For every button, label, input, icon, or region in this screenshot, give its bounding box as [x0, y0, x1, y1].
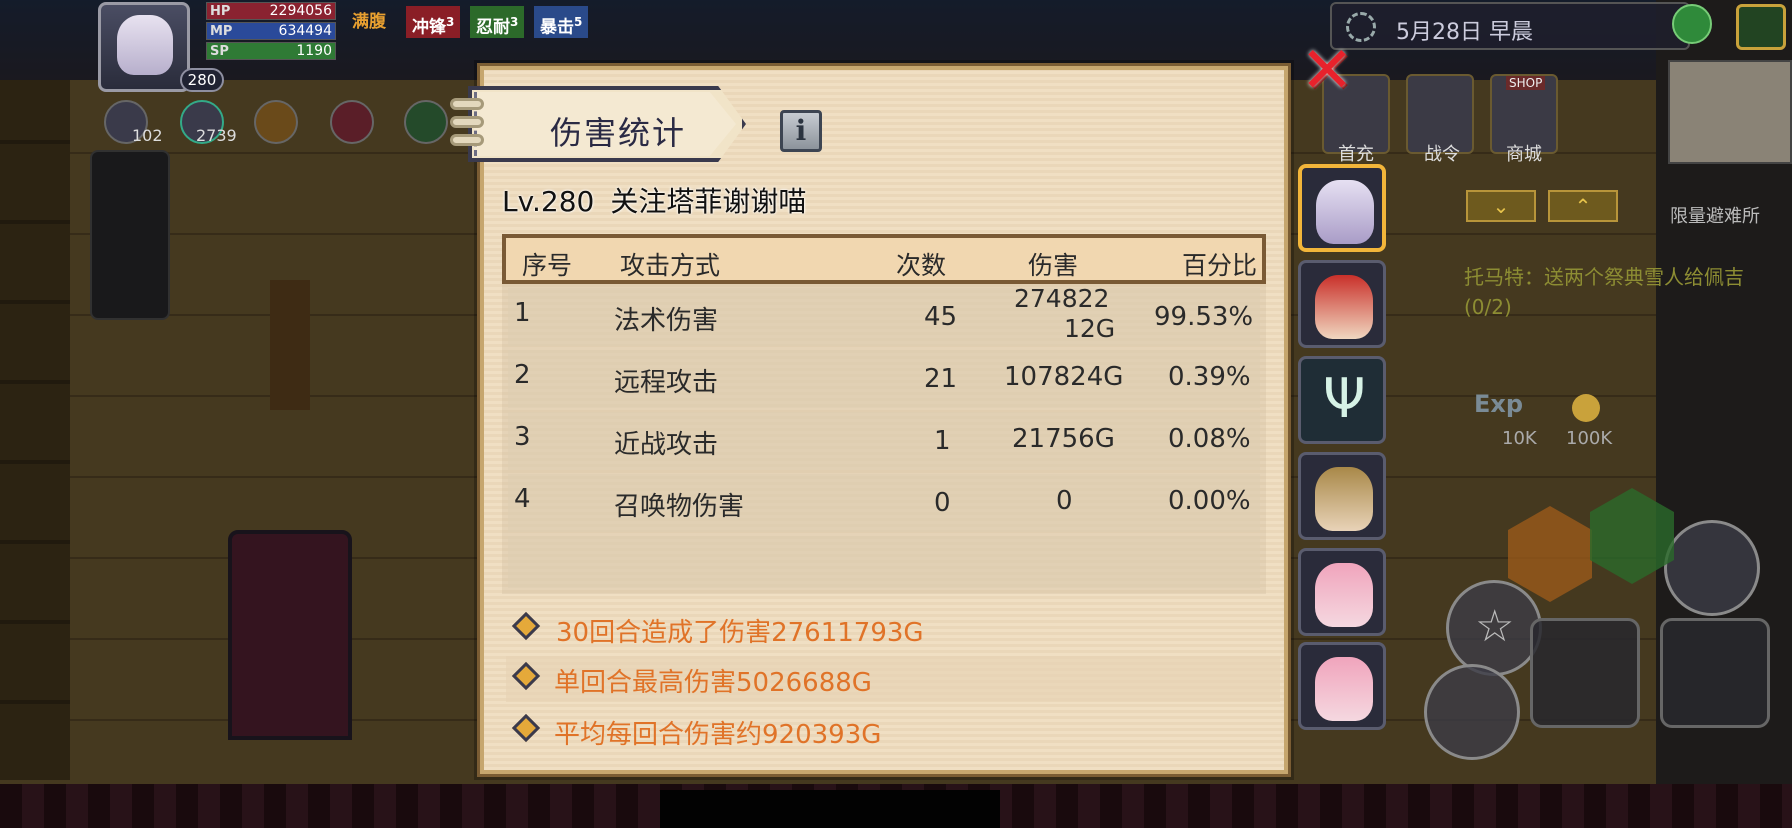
antler-icon: Ψ — [1323, 367, 1366, 430]
status-tag-endure[interactable]: 忍耐3 — [470, 6, 525, 38]
minimap[interactable] — [1668, 60, 1792, 164]
sp-value: 1190 — [296, 43, 332, 59]
col-damage: 伤害 — [1028, 251, 1079, 280]
binder-ring — [450, 98, 484, 110]
panel-title: 伤害统计 — [550, 114, 687, 152]
date-box: 5月28日 早晨 — [1330, 2, 1690, 50]
diamond-icon — [511, 713, 541, 743]
exp-value: 10K — [1502, 428, 1537, 449]
status-tag-crit[interactable]: 暴击5 — [534, 6, 589, 38]
summary-average: 平均每回合伤害约920393G — [506, 708, 1280, 754]
binder-ring — [450, 134, 484, 146]
diamond-icon — [511, 661, 541, 691]
col-count: 次数 — [896, 251, 947, 280]
exp-label: Exp — [1474, 390, 1524, 418]
diamond-icon — [511, 611, 541, 641]
character-line: Lv.280 关注塔菲谢谢喵 — [502, 180, 822, 220]
character-level: Lv.280 — [502, 185, 595, 218]
sp-bar: SP 1190 — [206, 42, 336, 60]
table-row: 1 法术伤害 45 274822 12G 99.53% — [508, 284, 1260, 346]
gold-value: 100K — [1566, 428, 1613, 449]
portrait-pink-nurse — [1315, 563, 1373, 627]
character-tab-4[interactable] — [1298, 452, 1386, 540]
mp-value: 634494 — [278, 23, 332, 39]
close-button[interactable]: ✕ — [1300, 39, 1354, 103]
star-button[interactable]: ☆ — [1446, 580, 1542, 676]
portrait-red-hat — [1315, 275, 1373, 339]
gold-coin-icon — [1572, 394, 1600, 422]
skill-gold-icon[interactable] — [254, 100, 298, 144]
character-name: 关注塔菲谢谢喵 — [610, 185, 807, 218]
table-row: 2 远程攻击 21 107824G 0.39% — [508, 350, 1260, 408]
col-percent: 百分比 — [1182, 251, 1258, 280]
info-button[interactable]: i — [780, 110, 822, 152]
character-tab-2[interactable] — [1298, 260, 1386, 348]
collapse-up-button[interactable]: ⌃ — [1548, 190, 1618, 222]
table-row: 3 近战攻击 1 21756G 0.08% — [508, 412, 1260, 470]
status-tag-full[interactable]: 满腹 — [346, 6, 392, 38]
portrait-knight — [1315, 467, 1373, 531]
character-tab-6[interactable] — [1298, 642, 1386, 730]
hp-bar: HP 2294056 — [206, 2, 336, 20]
globe-icon[interactable] — [1672, 4, 1712, 44]
bow-attack-button[interactable] — [1660, 618, 1770, 728]
character-tab-3[interactable]: Ψ — [1298, 356, 1386, 444]
skill-red-icon[interactable] — [330, 100, 374, 144]
status-tag-charge[interactable]: 冲锋3 — [406, 6, 461, 38]
target-button[interactable] — [1424, 664, 1520, 760]
shop-label: 商城 — [1506, 144, 1542, 165]
table-header: 序号 攻击方式 次数 伤害 百分比 — [502, 234, 1266, 284]
skill-green-icon[interactable] — [404, 100, 448, 144]
table-row-empty — [508, 536, 1260, 588]
summary-max: 单回合最高伤害5026688G — [506, 656, 1280, 702]
battle-pass-label: 战令 — [1424, 144, 1460, 165]
dpad-button[interactable] — [1664, 520, 1760, 616]
skill-count-2: 2739 — [196, 126, 237, 145]
portrait-pink-nurse-2 — [1315, 657, 1373, 721]
collapse-down-button[interactable]: ⌄ — [1466, 190, 1536, 222]
binder-ring — [450, 116, 484, 128]
col-index: 序号 — [522, 251, 573, 280]
quest-progress: (0/2) — [1464, 295, 1512, 319]
portrait-silver-hair — [1316, 180, 1374, 244]
character-tab-1[interactable] — [1298, 164, 1386, 252]
first-charge-label: 首充 — [1338, 144, 1374, 165]
sword-attack-button[interactable] — [1530, 618, 1640, 728]
table-row: 4 召唤物伤害 0 0 0.00% — [508, 474, 1260, 532]
player-avatar[interactable] — [98, 2, 190, 92]
exit-icon[interactable] — [1736, 4, 1786, 50]
mp-bar: MP 634494 — [206, 22, 336, 40]
star-icon: ☆ — [1475, 601, 1515, 652]
player-level-badge: 280 — [180, 68, 224, 92]
col-attack-type: 攻击方式 — [620, 251, 721, 280]
hp-value: 2294056 — [269, 3, 332, 19]
quest-tracker[interactable]: 托马特：送两个祭典雪人给佩吉 (0/2) — [1464, 262, 1792, 322]
limited-shelter-label[interactable]: 限量避难所 — [1670, 202, 1760, 228]
quest-text: 托马特：送两个祭典雪人给佩吉 — [1464, 265, 1744, 289]
date-text: 5月28日 早晨 — [1396, 20, 1533, 45]
avatar-face — [117, 15, 173, 75]
summary-total: 30回合造成了伤害27611793G — [506, 606, 1280, 652]
skill-count-1: 102 — [132, 126, 163, 145]
character-tab-5[interactable] — [1298, 548, 1386, 636]
